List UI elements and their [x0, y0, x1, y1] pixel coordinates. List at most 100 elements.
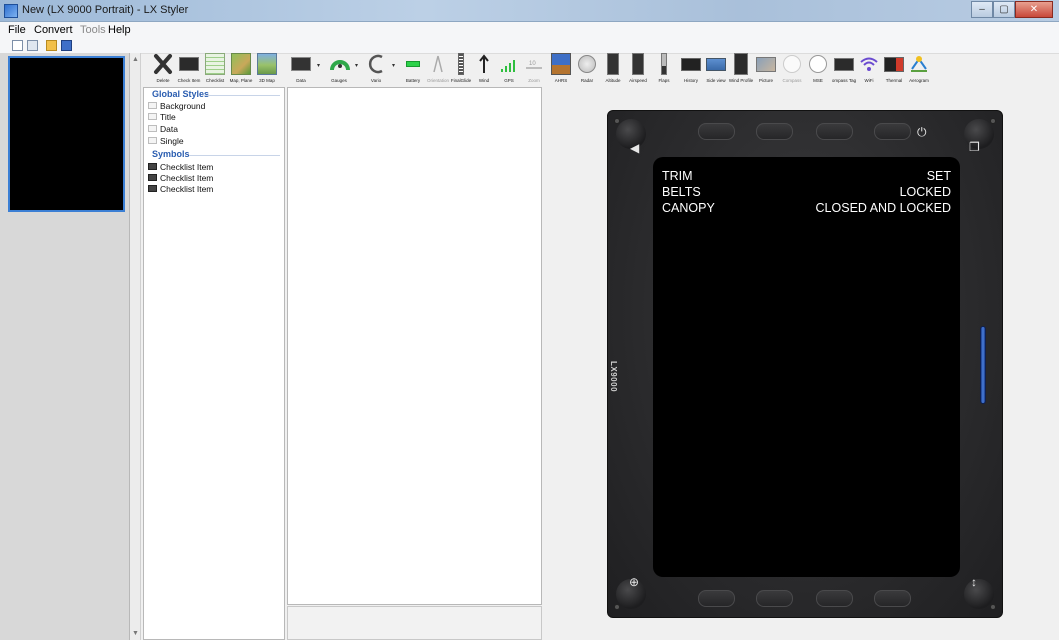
tree-item-single[interactable]: Single — [148, 135, 184, 146]
page-preview-panel — [0, 53, 130, 640]
style-icon — [148, 125, 157, 132]
screw — [614, 118, 620, 124]
window-title: New (LX 9000 Portrait) - LX Styler — [22, 4, 189, 16]
power-icon[interactable]: ⏻ — [917, 125, 927, 140]
title-bar[interactable]: New (LX 9000 Portrait) - LX Styler – ▢ ✕ — [0, 0, 1059, 22]
bottom-button-1[interactable] — [698, 590, 735, 607]
bottom-button-3[interactable] — [816, 590, 853, 607]
new-file-icon[interactable] — [12, 40, 23, 51]
chevron-down-icon[interactable]: ▾ — [317, 62, 320, 69]
map-plane-icon — [231, 53, 251, 75]
altitude-icon — [607, 53, 619, 75]
wind-profile-icon — [734, 53, 748, 75]
compass-icon — [783, 55, 801, 73]
checklist-item-name: CANOPY — [662, 201, 715, 215]
style-icon — [148, 113, 157, 120]
minimize-button[interactable]: – — [971, 1, 993, 18]
properties-footer — [287, 606, 542, 640]
device-scroll-indicator[interactable] — [980, 326, 986, 404]
airspeed-icon — [632, 53, 644, 75]
style-tree-panel: Global Styles Background Title Data Sing… — [143, 87, 285, 640]
symbol-icon — [148, 185, 157, 192]
bottom-button-2[interactable] — [756, 590, 793, 607]
radar-icon — [578, 55, 596, 73]
save-disk-icon[interactable] — [61, 40, 72, 51]
tree-item-checklist-item[interactable]: Checklist Item — [148, 172, 213, 183]
page-thumbnail[interactable] — [8, 56, 125, 212]
screw — [990, 118, 996, 124]
tree-item-data[interactable]: Data — [148, 123, 178, 134]
flaps-icon — [661, 53, 667, 75]
checklist-icon — [205, 53, 225, 75]
tree-item-title[interactable]: Title — [148, 111, 176, 122]
device-model-label: LX9000 — [609, 361, 618, 393]
symbol-icon — [148, 163, 157, 170]
menu-tools[interactable]: Tools — [80, 24, 106, 36]
compass-tag-icon — [834, 58, 854, 71]
bottom-button-4[interactable] — [874, 590, 911, 607]
close-icon: ✕ — [1029, 4, 1039, 15]
vario-icon — [366, 53, 386, 75]
symbol-icon — [148, 174, 157, 181]
template-icon[interactable] — [27, 40, 38, 51]
battery-icon — [406, 61, 420, 67]
group-global-styles: Global Styles — [152, 89, 210, 99]
speaker-icon[interactable]: ◀ — [630, 141, 639, 155]
final-glide-icon — [458, 53, 464, 75]
top-button-3[interactable] — [816, 123, 853, 140]
open-folder-icon[interactable] — [46, 40, 57, 51]
history-icon — [681, 58, 701, 71]
zoom-in-icon[interactable]: ⊕ — [629, 575, 639, 589]
scroll-up-icon[interactable]: ▲ — [131, 55, 140, 64]
checklist-item-value: SET — [926, 169, 951, 183]
style-icon — [148, 137, 157, 144]
tool-data[interactable]: ▾ Data — [286, 53, 320, 87]
tree-item-checklist-item[interactable]: Checklist Item — [148, 161, 213, 172]
vertical-resize-icon[interactable]: ↕ — [971, 575, 977, 589]
tool-vario[interactable]: ▾ Vario — [361, 53, 395, 87]
lx9000-device: ⏻ ◀ ❐ ⊕ ↕ LX9000 TRIM SET BELTS LOCKED C… — [607, 110, 1003, 618]
scroll-down-icon[interactable]: ▼ — [131, 629, 140, 638]
divider — [189, 155, 280, 156]
quick-toolbar — [0, 39, 1059, 54]
tool-3d-map[interactable]: 3D Map — [252, 53, 282, 87]
picture-icon — [756, 57, 776, 72]
svg-text:10: 10 — [529, 61, 536, 67]
copy-pages-icon[interactable]: ❐ — [969, 140, 980, 154]
tool-gauges[interactable]: ▾ Gauges — [324, 53, 358, 87]
top-button-2[interactable] — [756, 123, 793, 140]
wifi-icon — [859, 53, 879, 75]
checklist-item-value: LOCKED — [899, 185, 951, 199]
tree-item-background[interactable]: Background — [148, 100, 205, 111]
window-controls: – ▢ ✕ — [971, 1, 1053, 18]
3d-map-icon — [257, 53, 277, 75]
checklist-row[interactable]: CANOPY CLOSED AND LOCKED — [662, 201, 951, 219]
properties-panel[interactable] — [287, 87, 542, 605]
side-view-icon — [706, 58, 726, 71]
menu-convert[interactable]: Convert — [34, 24, 73, 36]
chevron-down-icon[interactable]: ▾ — [392, 62, 395, 69]
close-x-icon — [153, 53, 173, 75]
menu-file[interactable]: File — [8, 24, 26, 36]
wind-arrow-icon — [474, 53, 494, 75]
tree-item-checklist-item[interactable]: Checklist Item — [148, 183, 213, 194]
data-icon — [291, 57, 311, 71]
maximize-button[interactable]: ▢ — [993, 1, 1015, 18]
close-button[interactable]: ✕ — [1015, 1, 1053, 18]
preview-scrollbar[interactable]: ▲ ▼ — [130, 53, 141, 640]
mse-icon — [809, 55, 827, 73]
style-icon — [148, 102, 157, 109]
ahrs-icon — [551, 53, 571, 75]
checklist-item-name: TRIM — [662, 169, 693, 183]
gps-signal-icon — [499, 53, 519, 75]
group-symbols: Symbols — [152, 149, 190, 159]
thermal-icon — [884, 57, 904, 72]
tool-aerogram[interactable]: Aerogram — [904, 53, 934, 87]
device-screen[interactable]: TRIM SET BELTS LOCKED CANOPY CLOSED AND … — [653, 157, 960, 577]
top-button-4[interactable] — [874, 123, 911, 140]
zoom-icon: 10 — [524, 53, 544, 75]
chevron-down-icon[interactable]: ▾ — [355, 62, 358, 69]
top-button-1[interactable] — [698, 123, 735, 140]
menu-help[interactable]: Help — [108, 24, 131, 36]
screw — [614, 604, 620, 610]
